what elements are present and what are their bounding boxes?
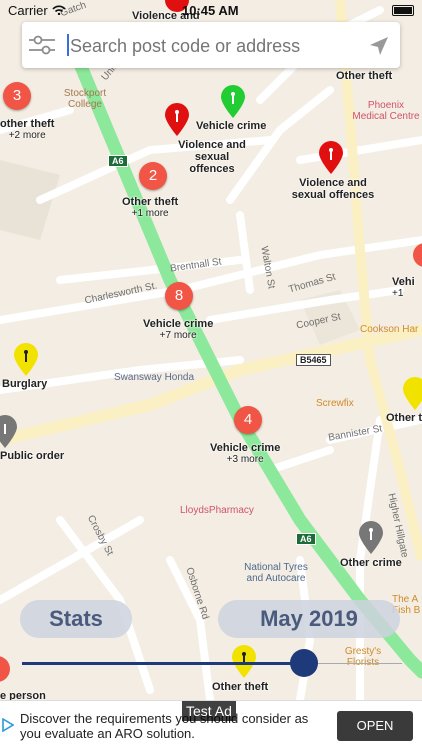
b5465-shield: B5465 xyxy=(296,354,331,366)
marker-label: Violence and sexual offences xyxy=(178,139,246,175)
poi-cookson: Cookson Har xyxy=(360,324,419,335)
month-slider[interactable] xyxy=(22,649,402,677)
poi-honda: Swansway Honda xyxy=(114,372,195,383)
marker-pin-red[interactable] xyxy=(0,654,12,690)
marker-pin-red[interactable] xyxy=(162,102,192,138)
ad-banner[interactable]: Discover the requirements you should con… xyxy=(0,700,422,751)
marker-pin-green[interactable] xyxy=(218,84,248,120)
crime-map[interactable]: Charlesworth St. Brentnall St Walton St … xyxy=(0,0,422,700)
poi-tyres: National Tyres and Autocare xyxy=(244,562,308,584)
search-bar xyxy=(22,22,400,68)
poi-medical: Phoenix Medical Centre xyxy=(352,100,420,122)
marker-label: e person xyxy=(0,690,46,700)
wifi-icon xyxy=(52,5,66,15)
cluster-marker[interactable]: 8 xyxy=(165,282,193,310)
marker-label: Other crime xyxy=(340,557,402,569)
marker-label: Other t xyxy=(386,412,422,424)
marker-pin-yellow[interactable] xyxy=(400,376,422,412)
test-ad-label: Test Ad xyxy=(182,701,236,721)
marker-label: Other theft +1 more xyxy=(122,196,179,219)
search-input[interactable] xyxy=(68,30,362,62)
ad-choices-icon[interactable] xyxy=(2,718,14,732)
marker-label: Vehicle crime xyxy=(196,120,267,132)
location-arrow-icon[interactable] xyxy=(368,35,390,57)
marker-label: Vehi +1 xyxy=(392,276,415,299)
poi-screwfix: Screwfix xyxy=(316,398,354,409)
poi-college: Stockport College xyxy=(63,88,107,110)
a6-shield: A6 xyxy=(108,155,128,167)
month-selector-button[interactable]: May 2019 xyxy=(218,600,400,638)
cluster-marker[interactable]: 3 xyxy=(3,82,31,110)
stats-button[interactable]: Stats xyxy=(20,600,132,638)
marker-label: Violence and sexual offences xyxy=(291,177,375,201)
marker-pin-yellow[interactable] xyxy=(11,342,41,378)
marker-label: other theft +2 more xyxy=(0,118,55,141)
marker-label: Vehicle crime +7 more xyxy=(143,318,214,341)
marker-label: Burglary xyxy=(2,378,48,390)
carrier-label: Carrier xyxy=(8,3,48,18)
cluster-marker[interactable]: 2 xyxy=(139,162,167,190)
marker-label: Public order xyxy=(0,450,65,462)
battery-icon xyxy=(392,5,414,16)
marker-label: Other theft xyxy=(212,681,269,693)
clock: 10:45 AM xyxy=(182,3,239,18)
marker-pin-gray[interactable] xyxy=(0,414,20,450)
poi-lloyds: LloydsPharmacy xyxy=(180,505,254,516)
marker-pin-red[interactable] xyxy=(316,140,346,176)
marker-label: Vehicle crime +3 more xyxy=(210,442,281,465)
marker-pin-gray[interactable] xyxy=(356,520,386,556)
ad-text: Discover the requirements you should con… xyxy=(20,711,309,741)
filter-sliders-icon[interactable] xyxy=(28,35,56,55)
status-bar: Carrier 10:45 AM xyxy=(0,0,422,22)
slider-thumb[interactable] xyxy=(290,649,318,677)
cluster-marker[interactable]: 4 xyxy=(234,406,262,434)
ad-open-button[interactable]: OPEN xyxy=(337,711,413,741)
marker-pin-red[interactable] xyxy=(410,240,422,276)
slider-track-fill xyxy=(22,662,302,665)
a6-shield: A6 xyxy=(296,533,316,545)
marker-label: Other theft xyxy=(336,70,393,82)
